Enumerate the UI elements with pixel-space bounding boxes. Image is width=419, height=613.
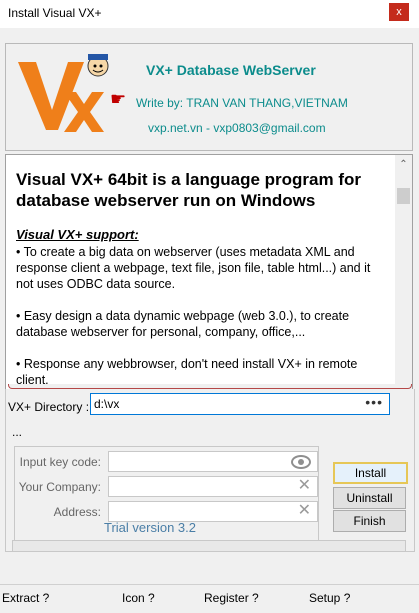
title-bar: Install Visual VX+ x — [0, 0, 419, 28]
app-name: VX+ Database WebServer — [146, 62, 316, 78]
company-input[interactable]: ✕ — [108, 476, 318, 497]
description-heading: Visual VX+ 64bit is a language program f… — [16, 170, 361, 210]
vx-logo — [14, 52, 109, 134]
description-box[interactable]: Visual VX+ 64bit is a language program f… — [5, 154, 413, 414]
description-scrollbar[interactable]: ⌃ ⌄ — [395, 155, 412, 413]
header-panel: VX+ Database WebServer ☛ Write by: TRAN … — [5, 43, 413, 151]
company-label: Your Company: — [18, 480, 101, 494]
trial-version-label: Trial version 3.2 — [104, 520, 196, 535]
menu-register[interactable]: Register ? — [204, 591, 259, 605]
website-line: vxp.net.vn - vxp0803@gmail.com — [148, 121, 326, 135]
menu-extract[interactable]: Extract ? — [2, 591, 49, 605]
browse-button[interactable]: ••• — [365, 394, 383, 410]
feature-item-1: • To create a big data on webserver (use… — [16, 245, 371, 291]
window-title: Install Visual VX+ — [8, 6, 102, 20]
progress-bar — [12, 540, 406, 552]
pointing-hand-icon: ☛ — [110, 89, 127, 109]
menu-setup[interactable]: Setup ? — [309, 591, 350, 605]
uninstall-button[interactable]: Uninstall — [333, 487, 406, 509]
feature-item-2: • Easy design a data dynamic webpage (we… — [16, 309, 350, 339]
scroll-up-icon[interactable]: ⌃ — [395, 157, 412, 173]
finish-button[interactable]: Finish — [333, 510, 406, 532]
menu-icon[interactable]: Icon ? — [122, 591, 155, 605]
key-code-label: Input key code: — [19, 455, 101, 469]
eye-icon[interactable] — [291, 455, 311, 469]
status-ellipsis: ... — [12, 425, 23, 439]
directory-value: d:\vx — [94, 397, 120, 411]
clear-icon[interactable]: ✕ — [298, 475, 311, 495]
author-line: Write by: TRAN VAN THANG,VIETNAM — [136, 96, 348, 110]
directory-input[interactable]: d:\vx ••• — [90, 393, 390, 415]
install-button[interactable]: Install — [333, 462, 408, 484]
address-label: Address: — [53, 505, 101, 519]
registration-group: Input key code: Your Company: ✕ Address:… — [14, 446, 319, 552]
support-title: Visual VX+ support: — [16, 227, 139, 242]
close-button[interactable]: x — [389, 3, 409, 21]
bottom-menu: Extract ? Icon ? Register ? Setup ? — [0, 584, 419, 613]
scroll-thumb[interactable] — [397, 188, 410, 204]
directory-label: VX+ Directory : — [8, 400, 90, 414]
clear-icon[interactable]: ✕ — [298, 500, 311, 520]
address-input[interactable]: ✕ — [108, 501, 318, 522]
key-code-input[interactable] — [108, 451, 318, 472]
